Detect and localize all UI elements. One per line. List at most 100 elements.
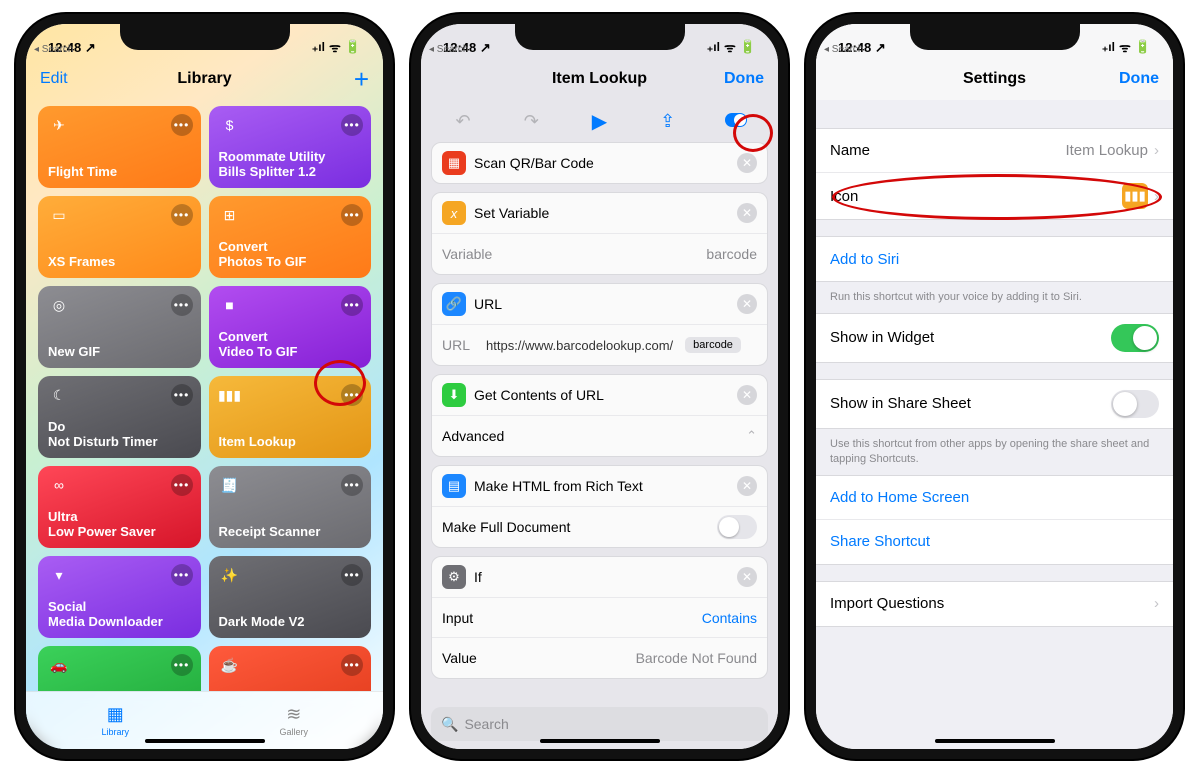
tile-menu-button[interactable]: ••• — [171, 474, 193, 496]
shortcut-tile[interactable]: ••• ▭ XS Frames — [38, 196, 201, 278]
redo-button[interactable]: ↷ — [517, 111, 545, 132]
toggle-label: Make Full Document — [442, 519, 570, 535]
home-indicator[interactable] — [145, 739, 265, 743]
editor-toolbar: ↶ ↷ ▶ ⇪ — [421, 100, 778, 142]
stack-icon: ≋ — [286, 704, 301, 725]
tile-menu-button[interactable]: ••• — [341, 204, 363, 226]
remove-button[interactable]: ✕ — [737, 203, 757, 223]
settings-toggle-button[interactable] — [722, 111, 750, 132]
tile-icon: 🚗 — [48, 654, 70, 676]
action-scan-qr[interactable]: ▦ Scan QR/Bar Code ✕ — [431, 142, 768, 184]
shortcut-tile[interactable]: •••✈Flight Time — [38, 106, 201, 188]
sharesheet-switch[interactable] — [1111, 390, 1159, 418]
action-set-variable[interactable]: x Set Variable ✕ Variable barcode — [431, 192, 768, 275]
share-shortcut[interactable]: Share Shortcut — [816, 520, 1173, 564]
chevron-up-icon: ⌃ — [746, 428, 757, 444]
edit-button[interactable]: Edit — [40, 70, 90, 88]
shortcut-tile[interactable]: •••▾Social Media Downloader — [38, 556, 201, 638]
remove-button[interactable]: ✕ — [737, 153, 757, 173]
tile-label: Flight Time — [48, 165, 191, 180]
search-input[interactable]: 🔍 Search — [431, 707, 768, 741]
wifi-icon: ᯤ — [724, 38, 736, 56]
shortcut-tile[interactable]: •••☾Do Not Disturb Timer — [38, 376, 201, 458]
field-label: Value — [442, 650, 477, 666]
tile-icon: ⊞ — [219, 204, 241, 226]
group-widget: Show in Widget — [816, 313, 1173, 363]
url-value[interactable]: https://www.barcodelookup.com/ — [486, 338, 673, 353]
field-value[interactable]: barcode — [706, 246, 757, 262]
tile-menu-button[interactable]: ••• — [171, 654, 193, 676]
action-get-contents[interactable]: ⬇ Get Contents of URL ✕ Advanced ⌃ — [431, 374, 768, 457]
field-value[interactable]: Barcode Not Found — [636, 650, 757, 666]
advanced-row[interactable]: Advanced — [442, 428, 504, 444]
battery-icon: 🔋 — [345, 39, 361, 55]
tile-menu-button[interactable]: ••• — [171, 204, 193, 226]
tile-menu-button[interactable]: ••• — [171, 384, 193, 406]
tile-menu-button[interactable]: ••• — [341, 654, 363, 676]
action-url[interactable]: 🔗 URL ✕ URL https://www.barcodelookup.co… — [431, 283, 768, 366]
nav-bar: Settings Done — [816, 58, 1173, 100]
undo-button[interactable]: ↶ — [449, 111, 477, 132]
action-if[interactable]: ⚙ If ✕ Input Contains Value Barcode Not … — [431, 556, 768, 679]
widget-switch[interactable] — [1111, 324, 1159, 352]
action-title: URL — [474, 296, 502, 312]
tile-menu-button[interactable]: ••• — [171, 294, 193, 316]
add-to-siri[interactable]: Add to Siri — [816, 237, 1173, 281]
shortcut-tile[interactable]: •••∞Ultra Low Power Saver — [38, 466, 201, 548]
signal-icon: ₊ıl — [707, 40, 720, 54]
home-indicator[interactable] — [540, 739, 660, 743]
field-label: Input — [442, 610, 473, 626]
back-to-app[interactable]: ◂ Search — [429, 44, 468, 55]
play-button[interactable]: ▶ — [585, 109, 613, 134]
add-button[interactable]: + — [319, 64, 369, 95]
shortcut-tile[interactable]: •••☕Walk to Coffee Shop — [209, 646, 372, 691]
tile-menu-button[interactable]: ••• — [341, 474, 363, 496]
page-title: Item Lookup — [485, 70, 714, 88]
shortcut-tile[interactable]: •••▮▮▮Item Lookup — [209, 376, 372, 458]
tile-menu-button[interactable]: ••• — [341, 294, 363, 316]
full-document-switch[interactable] — [717, 515, 757, 539]
remove-button[interactable]: ✕ — [737, 385, 757, 405]
variable-token[interactable]: barcode — [685, 337, 741, 353]
tile-icon: ▭ — [48, 204, 70, 226]
done-button[interactable]: Done — [1109, 70, 1159, 88]
home-indicator[interactable] — [935, 739, 1055, 743]
tile-label: XS Frames — [48, 255, 191, 270]
row-icon[interactable]: Icon ▮▮▮ › — [816, 173, 1173, 219]
tile-menu-button[interactable]: ••• — [341, 114, 363, 136]
back-to-app[interactable]: ◂ Search — [824, 44, 863, 55]
action-make-html[interactable]: ▤ Make HTML from Rich Text ✕ Make Full D… — [431, 465, 768, 548]
shortcut-tile[interactable]: •••◎New GIF — [38, 286, 201, 368]
share-button[interactable]: ⇪ — [654, 111, 682, 132]
action-title: Get Contents of URL — [474, 387, 604, 403]
tile-icon: $ — [219, 114, 241, 136]
tile-menu-button[interactable]: ••• — [341, 384, 363, 406]
remove-button[interactable]: ✕ — [737, 567, 757, 587]
phone-library: ◂ Search 12:48 ↗ ₊ılᯤ🔋 Edit Library + ••… — [16, 14, 393, 759]
remove-button[interactable]: ✕ — [737, 294, 757, 314]
shortcut-tile[interactable]: •••⊞Convert Photos To GIF — [209, 196, 372, 278]
shortcut-tile[interactable]: •••🧾Receipt Scanner — [209, 466, 372, 548]
gear-icon: ⚙ — [442, 565, 466, 589]
chevron-right-icon: › — [1154, 142, 1159, 159]
back-to-app[interactable]: ◂ Search — [34, 44, 73, 55]
tile-icon: ■ — [219, 294, 241, 316]
remove-button[interactable]: ✕ — [737, 476, 757, 496]
shortcut-tile[interactable]: •••✨Dark Mode V2 — [209, 556, 372, 638]
tile-icon: ∞ — [48, 474, 70, 496]
row-name[interactable]: Name Item Lookup › — [816, 129, 1173, 173]
tile-menu-button[interactable]: ••• — [171, 564, 193, 586]
done-button[interactable]: Done — [714, 70, 764, 88]
nav-bar: Item Lookup Done — [421, 58, 778, 100]
shortcut-tile[interactable]: •••$Roommate Utility Bills Splitter 1.2 — [209, 106, 372, 188]
page-title: Settings — [880, 70, 1109, 88]
tile-label: Convert Video To GIF — [219, 330, 362, 360]
tile-menu-button[interactable]: ••• — [341, 564, 363, 586]
tile-menu-button[interactable]: ••• — [171, 114, 193, 136]
field-value[interactable]: Contains — [702, 610, 757, 626]
shortcut-tile[interactable]: ••• ■ Convert Video To GIF — [209, 286, 372, 368]
row-import[interactable]: Import Questions › — [816, 582, 1173, 626]
tile-label: Item Lookup — [219, 435, 362, 450]
add-to-home[interactable]: Add to Home Screen — [816, 476, 1173, 520]
shortcut-tile[interactable]: •••🚗Find Gas Nearby — [38, 646, 201, 691]
